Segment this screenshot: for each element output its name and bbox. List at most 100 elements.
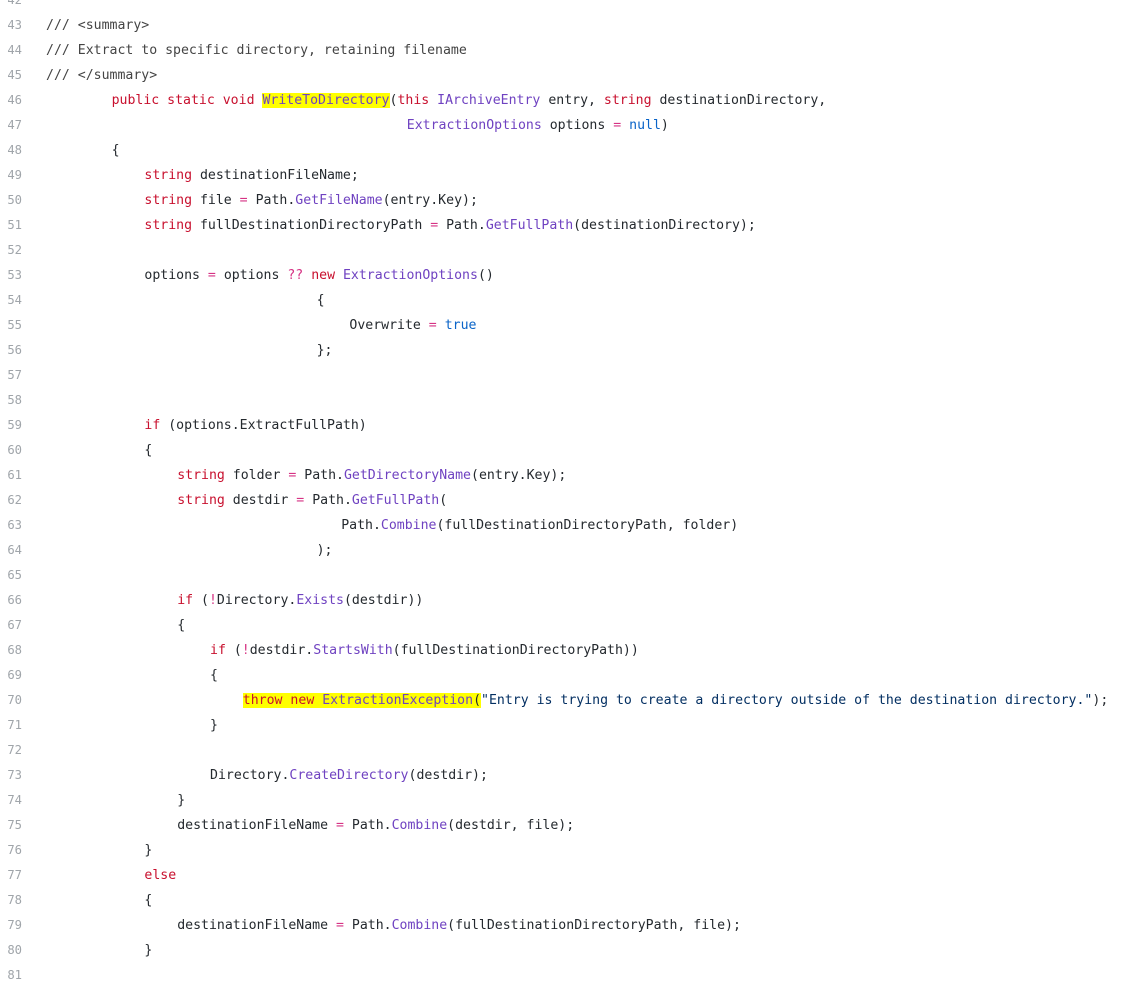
code-token: (destdir, file); bbox=[447, 818, 575, 833]
line-code: destinationFileName = Path.Combine(destd… bbox=[46, 813, 574, 838]
code-token: { bbox=[144, 893, 153, 908]
line-code: } bbox=[46, 713, 218, 738]
line-number: 80 bbox=[7, 943, 22, 957]
line-number: 70 bbox=[7, 693, 22, 707]
code-token: folder bbox=[224, 468, 289, 483]
code-token: Path. bbox=[296, 468, 344, 483]
line-code: if (!destdir.StartsWith(fullDestinationD… bbox=[46, 638, 639, 663]
line-number: 66 bbox=[7, 593, 22, 607]
line-number: 57 bbox=[7, 368, 22, 382]
code-token: options bbox=[541, 118, 614, 133]
code-token: Path. bbox=[304, 493, 352, 508]
code-token: (destdir); bbox=[408, 768, 488, 783]
code-token: CreateDirectory bbox=[289, 768, 409, 783]
code-token: = bbox=[428, 318, 437, 333]
code-token: ); bbox=[1092, 693, 1109, 708]
line-number: 56 bbox=[7, 343, 22, 357]
line-number: 46 bbox=[7, 93, 22, 107]
code-token: } bbox=[144, 943, 153, 958]
line-code: string destdir = Path.GetFullPath( bbox=[46, 488, 447, 513]
line-code: else bbox=[46, 863, 176, 888]
line-number: 43 bbox=[7, 18, 22, 32]
code-line: 79 destinationFileName = Path.Combine(ful… bbox=[0, 913, 1148, 938]
code-token: options bbox=[215, 268, 288, 283]
line-code: string folder = Path.GetDirectoryName(en… bbox=[46, 463, 566, 488]
line-number: 67 bbox=[7, 618, 22, 632]
code-line: 45 /// </summary> bbox=[0, 63, 1148, 88]
code-token: GetFullPath bbox=[485, 218, 574, 233]
line-number: 73 bbox=[7, 768, 22, 782]
code-line: 60 { bbox=[0, 438, 1148, 463]
line-number: 76 bbox=[7, 843, 22, 857]
code-token: IArchiveEntry bbox=[437, 93, 541, 108]
line-number: 49 bbox=[7, 168, 22, 182]
line-number: 75 bbox=[7, 818, 22, 832]
code-line: 49 string destinationFileName; bbox=[0, 163, 1148, 188]
line-number: 50 bbox=[7, 193, 22, 207]
code-line: 54 { bbox=[0, 288, 1148, 313]
line-number: 51 bbox=[7, 218, 22, 232]
line-code: } bbox=[46, 838, 152, 863]
code-line: 74} bbox=[0, 788, 1148, 813]
line-code: Path.Combine(fullDestinationDirectoryPat… bbox=[46, 513, 738, 538]
code-token: } bbox=[210, 718, 218, 733]
code-token: ); bbox=[316, 543, 333, 558]
code-token: if bbox=[177, 593, 194, 608]
code-view: 42 43 /// <summary> 44 /// Extract to specif… bbox=[0, 0, 1148, 988]
code-token: destinationFileName bbox=[177, 918, 336, 933]
code-token: } bbox=[144, 843, 153, 858]
code-token: Combine bbox=[380, 518, 437, 533]
code-token: destinationFileName; bbox=[192, 168, 359, 183]
line-number: 44 bbox=[7, 43, 22, 57]
line-number: 79 bbox=[7, 918, 22, 932]
code-line: 81 bbox=[0, 963, 1148, 988]
code-token: (fullDestinationDirectoryPath)) bbox=[392, 643, 639, 658]
line-code: public static void WriteToDirectory(this… bbox=[46, 88, 826, 113]
line-code: Directory.CreateDirectory(destdir); bbox=[46, 763, 488, 788]
code-token: destdir bbox=[224, 493, 297, 508]
code-line: 44 /// Extract to specific directory, ret… bbox=[0, 38, 1148, 63]
code-line: 61 string folder = Path.GetDirectoryName(… bbox=[0, 463, 1148, 488]
code-token: this bbox=[397, 93, 438, 108]
code-token: file bbox=[192, 193, 240, 208]
code-line: 67 { bbox=[0, 613, 1148, 638]
code-token: { bbox=[210, 668, 218, 683]
code-token: GetFileName bbox=[295, 193, 383, 208]
code-token: Directory. bbox=[210, 768, 290, 783]
line-number: 59 bbox=[7, 418, 22, 432]
code-token: null bbox=[629, 118, 661, 133]
code-token: Exists bbox=[296, 593, 344, 608]
line-number: 53 bbox=[7, 268, 22, 282]
line-code: { bbox=[46, 138, 120, 163]
code-token: = bbox=[335, 918, 344, 933]
code-token: string bbox=[144, 193, 193, 208]
code-token: options bbox=[144, 268, 208, 283]
line-code: string destinationFileName; bbox=[46, 163, 359, 188]
line-number: 77 bbox=[7, 868, 22, 882]
line-code: ); bbox=[46, 538, 333, 563]
code-token: Path. bbox=[341, 518, 381, 533]
code-line: 69 { bbox=[0, 663, 1148, 688]
code-token: Path. bbox=[247, 193, 296, 208]
code-line: 52 bbox=[0, 238, 1148, 263]
line-number: 65 bbox=[7, 568, 22, 582]
code-line: 56}; bbox=[0, 338, 1148, 363]
code-line: 59 if (options.ExtractFullPath) bbox=[0, 413, 1148, 438]
code-line: 46 public static void WriteToDirectory(th… bbox=[0, 88, 1148, 113]
line-code: { bbox=[46, 613, 185, 638]
code-line: 63 Path.Combine(fullDestinationDirectoryP… bbox=[0, 513, 1148, 538]
code-token: ( bbox=[193, 593, 209, 608]
code-line: 72 bbox=[0, 738, 1148, 763]
code-token: = bbox=[335, 818, 344, 833]
code-line: 77 else bbox=[0, 863, 1148, 888]
code-token: () bbox=[477, 268, 494, 283]
code-token: ?? bbox=[287, 268, 304, 283]
code-token: = bbox=[613, 118, 622, 133]
code-line: 64); bbox=[0, 538, 1148, 563]
line-number: 63 bbox=[7, 518, 22, 532]
code-line: 75 destinationFileName = Path.Combine(des… bbox=[0, 813, 1148, 838]
code-token: { bbox=[177, 618, 186, 633]
code-token: }; bbox=[316, 343, 333, 358]
